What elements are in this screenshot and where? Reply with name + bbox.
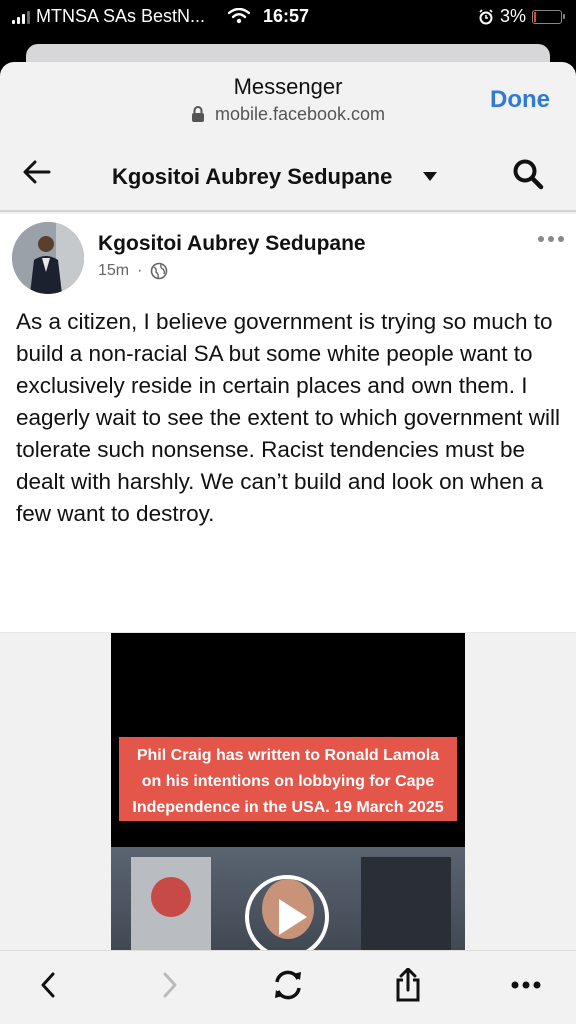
refresh-icon[interactable]: [268, 965, 308, 1005]
browser-sheet: Messenger mobile.facebook.com Done Kgosi…: [0, 62, 576, 1024]
arrow-left-icon[interactable]: [22, 158, 52, 186]
alarm-icon: [479, 8, 493, 24]
facebook-nav-bar: Kgositoi Aubrey Sedupane: [0, 136, 576, 212]
status-bar: MTNSA SAs BestN... 16:57 3%: [0, 0, 576, 34]
caret-down-icon[interactable]: [423, 172, 437, 181]
video-caption: Phil Craig has written to Ronald Lamola …: [119, 737, 457, 821]
done-button[interactable]: Done: [490, 86, 550, 114]
post-body: As a citizen, I believe government is tr…: [16, 309, 561, 526]
carrier-info: MTNSA SAs BestN...: [12, 6, 205, 27]
more-icon[interactable]: [506, 965, 546, 1005]
share-icon[interactable]: [388, 965, 428, 1005]
post-author[interactable]: Kgositoi Aubrey Sedupane: [98, 232, 366, 256]
clock: 16:57: [263, 6, 310, 26]
lock-icon: [191, 106, 204, 122]
wifi-icon: [228, 8, 250, 24]
battery-icon: [532, 9, 565, 24]
more-options-icon[interactable]: [538, 236, 564, 242]
url-text: mobile.facebook.com: [214, 104, 386, 124]
browser-back-icon[interactable]: [28, 965, 68, 1005]
status-right: 3%: [478, 6, 565, 27]
signal-icon: [12, 10, 30, 24]
carrier-name: MTNSA SAs BestN...: [36, 6, 206, 26]
browser-header: Messenger mobile.facebook.com Done: [0, 62, 576, 136]
post-meta: 15m ·: [98, 262, 168, 280]
battery-percent: 3%: [499, 6, 526, 26]
post-time[interactable]: 15m: [98, 262, 129, 280]
conversation-title[interactable]: Kgositoi Aubrey Sedupane: [112, 164, 392, 190]
meta-separator: ·: [137, 262, 143, 279]
post-card: Kgositoi Aubrey Sedupane 15m · As a citi…: [0, 214, 576, 973]
avatar-photo: [12, 222, 84, 294]
play-icon[interactable]: [245, 875, 329, 959]
avatar[interactable]: [12, 222, 84, 294]
search-icon[interactable]: [512, 158, 544, 190]
post-media: Phil Craig has written to Ronald Lamola …: [0, 632, 576, 973]
video-player[interactable]: Phil Craig has written to Ronald Lamola …: [111, 633, 465, 973]
browser-toolbar: [0, 950, 576, 1024]
globe-icon: [151, 262, 168, 280]
browser-forward-icon[interactable]: [150, 965, 190, 1005]
